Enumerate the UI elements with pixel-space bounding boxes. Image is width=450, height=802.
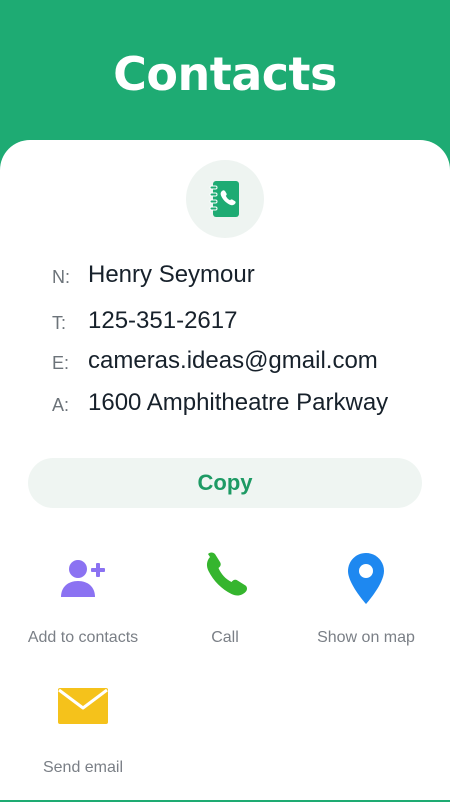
page-title: Contacts (113, 47, 337, 101)
show-on-map-label: Show on map (317, 629, 415, 646)
address-book-icon (209, 181, 239, 217)
map-pin-icon (348, 553, 384, 604)
send-email-button[interactable]: Send email (8, 682, 158, 802)
header: Contacts (0, 0, 450, 150)
address-value: 1600 Amphitheatre Parkway (88, 389, 389, 416)
contact-badge (186, 160, 264, 238)
add-person-icon (61, 560, 105, 597)
phone-value: 125-351-2617 (88, 307, 238, 334)
address-row: A: 1600 Amphitheatre Parkway (0, 384, 450, 424)
add-to-contacts-button[interactable]: Add to contacts (8, 552, 158, 672)
name-row: N: Henry Seymour (0, 256, 450, 296)
envelope-icon (58, 688, 108, 724)
address-key: A: (52, 395, 70, 415)
name-value: Henry Seymour (88, 261, 255, 288)
email-value: cameras.ideas@gmail.com (88, 347, 378, 374)
send-email-label: Send email (42, 759, 124, 776)
call-label: Call (211, 629, 239, 646)
phone-icon (206, 552, 247, 596)
email-row: E: cameras.ideas@gmail.com (0, 342, 450, 382)
phone-row: T: 125-351-2617 (0, 302, 450, 342)
show-on-map-button[interactable]: Show on map (291, 552, 441, 672)
name-key: N: (52, 267, 70, 287)
phone-key: T: (52, 313, 67, 333)
contact-card: N: Henry Seymour T: 125-351-2617 E: came… (0, 140, 450, 800)
call-button[interactable]: Call (150, 552, 300, 672)
email-key: E: (52, 353, 70, 373)
add-to-contacts-label: Add to contacts (27, 629, 139, 646)
copy-button[interactable]: Copy (28, 458, 422, 508)
